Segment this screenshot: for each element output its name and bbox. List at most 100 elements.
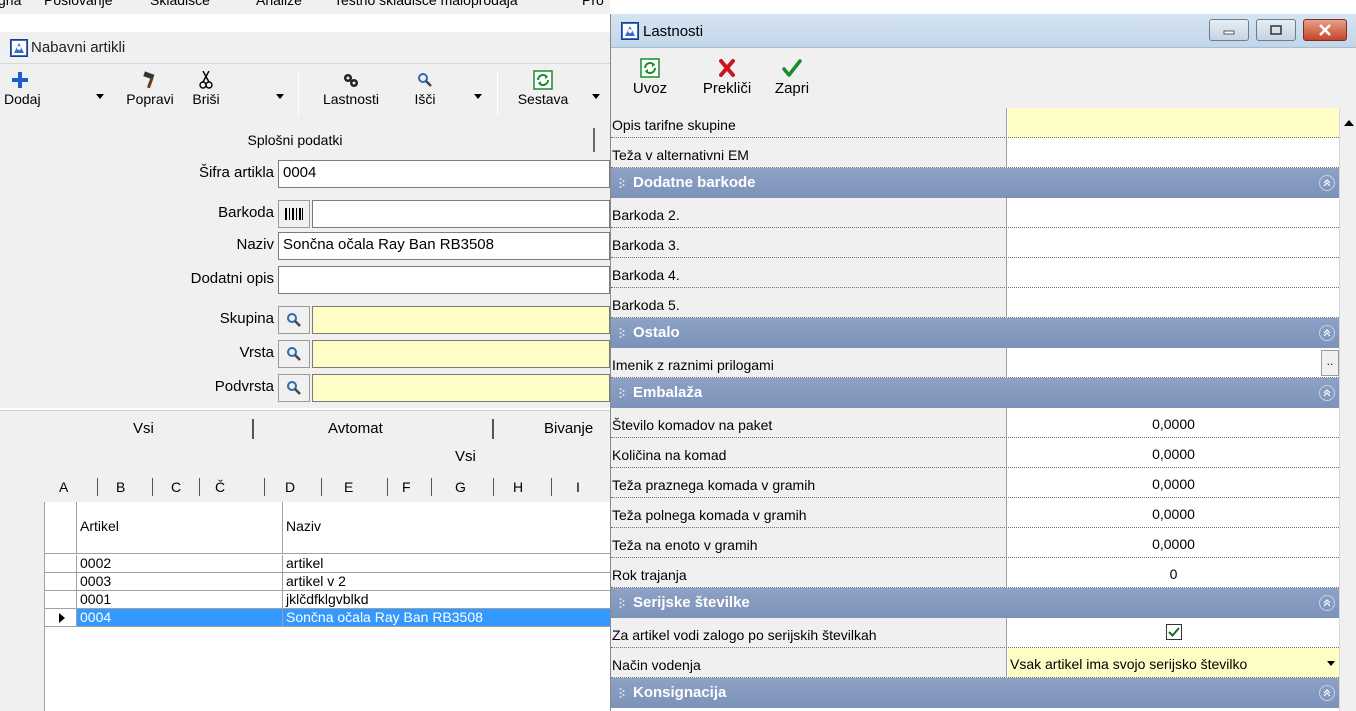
cancel-button[interactable]: Prekliči [695, 56, 759, 97]
barcode-button[interactable] [278, 200, 310, 228]
letter-a[interactable]: A [59, 479, 68, 495]
table-row[interactable]: 0003 artikel v 2 [45, 573, 611, 591]
letter-c-caron[interactable]: Č [215, 479, 225, 495]
scroll-up-arrow-icon[interactable] [1344, 120, 1354, 126]
column-header-artikel[interactable]: Artikel [77, 502, 283, 554]
letter-i[interactable]: I [576, 479, 580, 495]
property-value-shelf-life[interactable]: 0 [1008, 558, 1339, 588]
property-row-serial-stock[interactable]: Za artikel vodi zalogo po serijskih štev… [611, 618, 1339, 648]
name-input[interactable]: Sončna očala Ray Ban RB3508 [278, 232, 610, 260]
property-value-pieces-per-pack[interactable]: 0,0000 [1008, 408, 1339, 438]
property-row-full-weight[interactable]: Teža polnega komada v gramih 0,0000 [611, 498, 1339, 528]
menu-item-testno-skladisce[interactable]: Testno skladišče maloprodaja [334, 0, 518, 8]
table-row[interactable]: 0002 artikel [45, 555, 611, 573]
serial-stock-checkbox[interactable] [1165, 624, 1182, 640]
category-header-other[interactable]: Ostalo [611, 318, 1339, 348]
delete-button[interactable]: Briši [186, 70, 226, 107]
category-header-consignment[interactable]: Konsignacija [611, 678, 1339, 708]
property-row-shelf-life[interactable]: Rok trajanja 0 [611, 558, 1339, 588]
category-header-additional-barcodes[interactable]: Dodatne barkode [611, 168, 1339, 198]
import-button[interactable]: Uvoz [625, 56, 675, 97]
property-value-empty-weight[interactable]: 0,0000 [1008, 468, 1339, 498]
minimize-button[interactable] [1209, 19, 1249, 41]
property-value-barcode5[interactable] [1008, 288, 1339, 318]
delete-dropdown-arrow[interactable] [276, 94, 284, 99]
property-row-barcode4[interactable]: Barkoda 4. [611, 258, 1339, 288]
barcode-input[interactable] [312, 200, 610, 228]
type-lookup-button[interactable] [278, 340, 310, 368]
general-data-tab[interactable]: Splošni podatki [0, 124, 610, 156]
properties-button[interactable]: Lastnosti [312, 70, 390, 107]
menu-item-pro[interactable]: Pro [582, 0, 604, 8]
table-row[interactable]: 0001 jklčdfklgvblkd [45, 591, 611, 609]
collapse-icon[interactable] [1319, 325, 1335, 341]
menu-item-skladisce[interactable]: Skladišče [150, 0, 210, 8]
property-row-pieces-per-pack[interactable]: Število komadov na paket 0,0000 [611, 408, 1339, 438]
property-value-unit-weight[interactable]: 0,0000 [1008, 528, 1339, 558]
letter-h[interactable]: H [513, 479, 523, 495]
collapse-icon[interactable] [1319, 385, 1335, 401]
close-button[interactable]: Zapri [769, 56, 815, 97]
category-header-serials[interactable]: Serijske številke [611, 588, 1339, 618]
vertical-scrollbar[interactable] [1339, 108, 1356, 711]
menu-item[interactable]: gna [0, 0, 21, 8]
maximize-button[interactable] [1256, 19, 1296, 41]
letter-f[interactable]: F [402, 479, 411, 495]
properties-button-label: Lastnosti [322, 91, 380, 107]
code-input[interactable]: 0004 [278, 160, 610, 188]
property-row-unit-weight[interactable]: Teža na enoto v gramih 0,0000 [611, 528, 1339, 558]
subtype-input[interactable] [312, 374, 610, 402]
property-row-empty-weight[interactable]: Teža praznega komada v gramih 0,0000 [611, 468, 1339, 498]
property-row-qty-per-piece[interactable]: Količina na komad 0,0000 [611, 438, 1339, 468]
compose-dropdown-arrow[interactable] [592, 94, 600, 99]
collapse-icon[interactable] [1319, 595, 1335, 611]
letter-g[interactable]: G [455, 479, 466, 495]
property-value-full-weight[interactable]: 0,0000 [1008, 498, 1339, 528]
property-row-barcode3[interactable]: Barkoda 3. [611, 228, 1339, 258]
extra-desc-input[interactable] [278, 266, 610, 294]
serial-mode-select[interactable]: Vsak artikel ima svojo serijsko številko [1008, 648, 1339, 678]
property-value-barcode4[interactable] [1008, 258, 1339, 288]
collapse-icon[interactable] [1319, 685, 1335, 701]
tab-bivanje[interactable]: Bivanje [544, 420, 593, 437]
group-input[interactable] [312, 306, 610, 334]
subtype-lookup-button[interactable] [278, 374, 310, 402]
type-input[interactable] [312, 340, 610, 368]
property-row-serial-mode[interactable]: Način vodenja Vsak artikel ima svojo ser… [611, 648, 1339, 678]
menu-item-analize[interactable]: Analize [256, 0, 302, 8]
add-button[interactable]: Dodaj [4, 70, 41, 107]
letter-e[interactable]: E [344, 479, 353, 495]
search-dropdown-arrow[interactable] [474, 94, 482, 99]
search-button[interactable]: Išči [410, 70, 440, 107]
property-row-tariff-desc[interactable]: Opis tarifne skupine [611, 108, 1339, 138]
property-value-tariff-desc[interactable] [1008, 108, 1339, 138]
close-window-button[interactable] [1303, 19, 1347, 41]
property-value-attachments-dir[interactable] [1008, 348, 1339, 378]
add-dropdown-arrow[interactable] [96, 94, 104, 99]
dialog-title-bar[interactable]: Lastnosti [611, 14, 1356, 48]
property-row-barcode5[interactable]: Barkoda 5. [611, 288, 1339, 318]
property-value-alt-weight[interactable] [1008, 138, 1339, 168]
letter-d[interactable]: D [285, 479, 295, 495]
menu-item-poslovanje[interactable]: Poslovanje [44, 0, 113, 8]
property-value-barcode3[interactable] [1008, 228, 1339, 258]
letter-b[interactable]: B [116, 479, 125, 495]
tab-avtomat[interactable]: Avtomat [328, 420, 383, 437]
property-value-qty-per-piece[interactable]: 0,0000 [1008, 438, 1339, 468]
category-header-packaging[interactable]: Embalaža [611, 378, 1339, 408]
property-row-barcode2[interactable]: Barkoda 2. [611, 198, 1339, 228]
browse-button[interactable]: .. [1321, 350, 1339, 376]
tab-vsi[interactable]: Vsi [133, 420, 154, 437]
column-header-naziv[interactable]: Naziv [283, 502, 611, 554]
table-row-selected[interactable]: 0004 Sončna očala Ray Ban RB3508 [45, 609, 611, 627]
property-value-barcode2[interactable] [1008, 198, 1339, 228]
collapse-icon[interactable] [1319, 175, 1335, 191]
letter-c[interactable]: C [171, 479, 181, 495]
letter-separator [97, 478, 98, 496]
edit-button[interactable]: Popravi [120, 70, 180, 107]
chevron-down-icon[interactable] [1327, 661, 1335, 666]
property-row-alt-weight[interactable]: Teža v alternativni EM [611, 138, 1339, 168]
property-row-attachments-dir[interactable]: Imenik z raznimi prilogami .. [611, 348, 1339, 378]
group-lookup-button[interactable] [278, 306, 310, 334]
compose-button[interactable]: Sestava [512, 70, 574, 107]
